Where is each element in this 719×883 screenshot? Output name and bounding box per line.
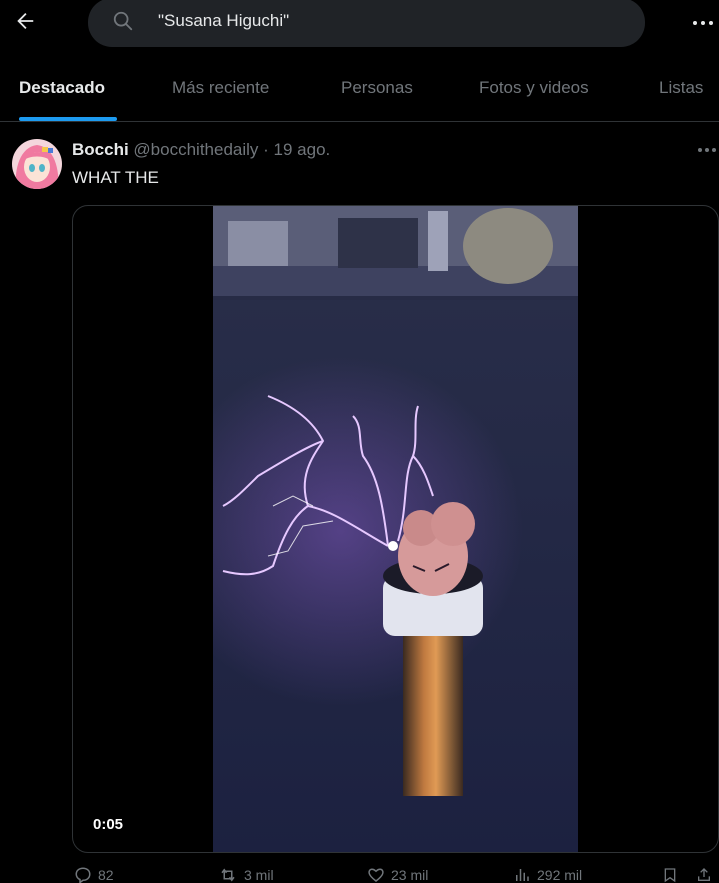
avatar-image	[12, 139, 62, 189]
bookmark-icon	[664, 868, 676, 883]
tweet-more-button[interactable]	[694, 140, 719, 160]
tweet-text: WHAT THE	[72, 168, 159, 187]
active-tab-indicator	[19, 117, 117, 121]
search-icon	[113, 11, 133, 31]
views-count: 292 mil	[537, 867, 583, 883]
avatar[interactable]	[12, 139, 62, 189]
retweet-icon	[221, 868, 235, 882]
tweet-header: Bocchi @bocchithedaily · 19 ago.	[72, 140, 330, 160]
video-frame[interactable]	[213, 206, 578, 852]
heart-icon	[368, 868, 384, 882]
share-icon	[698, 868, 710, 881]
tweet-actions: 82 3 mil 23 mil 292 mil	[72, 866, 719, 883]
back-button[interactable]	[10, 6, 40, 36]
more-horizontal-icon	[693, 21, 713, 25]
search-input[interactable]: "Susana Higuchi"	[158, 11, 289, 31]
like-count: 23 mil	[391, 867, 429, 883]
video-timestamp: 0:05	[85, 812, 132, 837]
author-handle[interactable]: @bocchithedaily	[133, 140, 258, 159]
reply-count: 82	[98, 867, 114, 883]
views-icon	[516, 869, 529, 881]
like-button[interactable]: 23 mil	[367, 866, 428, 883]
video-thumbnail	[213, 206, 578, 852]
bookmark-button[interactable]	[662, 866, 678, 883]
tweet-video[interactable]: 0:05	[72, 205, 719, 853]
top-bar: "Susana Higuchi"	[0, 0, 719, 50]
tab-destacado[interactable]: Destacado	[19, 78, 105, 98]
reply-button[interactable]: 82	[74, 866, 114, 883]
header-separator: ·	[258, 140, 274, 159]
reply-icon	[75, 867, 91, 883]
share-button[interactable]	[696, 866, 712, 883]
search-tabs: Destacado Más reciente Personas Fotos y …	[0, 60, 719, 122]
retweet-button[interactable]: 3 mil	[218, 866, 274, 883]
arrow-left-icon	[17, 13, 34, 29]
tab-personas[interactable]: Personas	[341, 78, 413, 98]
tweet-date[interactable]: 19 ago.	[274, 140, 331, 159]
more-horizontal-icon	[698, 148, 716, 152]
tab-fotos-y-videos[interactable]: Fotos y videos	[479, 78, 589, 98]
search-box[interactable]: "Susana Higuchi"	[88, 0, 645, 47]
tab-mas-reciente[interactable]: Más reciente	[172, 78, 269, 98]
tab-listas[interactable]: Listas	[659, 78, 703, 98]
retweet-count: 3 mil	[244, 867, 274, 883]
more-options-button[interactable]	[690, 10, 716, 36]
author-name[interactable]: Bocchi	[72, 140, 129, 159]
views-button[interactable]: 292 mil	[513, 866, 582, 883]
